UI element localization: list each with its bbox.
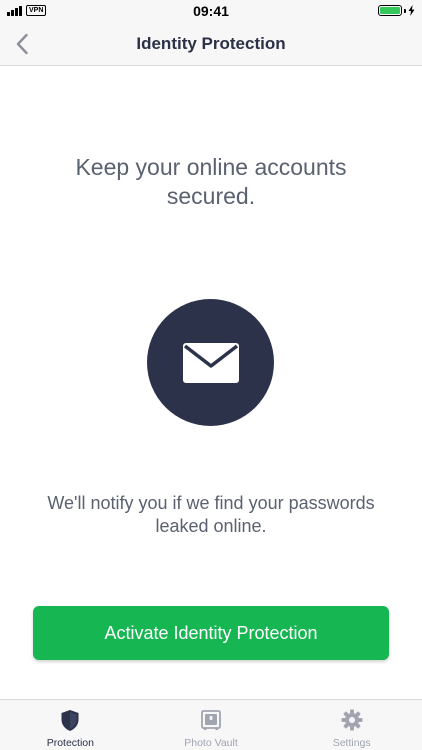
navigation-bar: Identity Protection (0, 22, 422, 66)
status-bar: VPN 09:41 (0, 0, 422, 22)
battery-tip (404, 8, 406, 13)
tab-label: Settings (332, 737, 371, 749)
tab-bar: Protection Photo Vault Settings (0, 699, 422, 750)
battery-fill (380, 7, 400, 14)
charging-bolt-icon (408, 5, 415, 16)
envelope-illustration (147, 299, 274, 426)
tab-photo-vault[interactable]: Photo Vault (141, 700, 282, 750)
status-right-group (378, 5, 415, 16)
headline-text: Keep your online accounts secured. (75, 154, 347, 209)
status-time: 09:41 (193, 3, 229, 19)
tab-protection[interactable]: Protection (0, 700, 141, 750)
shield-icon (61, 709, 79, 731)
gear-icon (341, 709, 363, 731)
tab-icon-wrapper (58, 708, 82, 732)
envelope-icon (182, 342, 239, 383)
activate-identity-protection-button[interactable]: Activate Identity Protection (33, 606, 389, 660)
tab-label: Protection (46, 737, 94, 749)
description-text: We'll notify you if we find your passwor… (47, 493, 375, 536)
tab-settings[interactable]: Settings (281, 700, 422, 750)
tab-icon-wrapper (340, 708, 364, 732)
battery-icon (378, 5, 402, 16)
tab-icon-wrapper (199, 708, 223, 732)
tab-label: Photo Vault (184, 737, 238, 749)
vault-icon (201, 710, 221, 730)
page-title: Identity Protection (136, 34, 286, 53)
